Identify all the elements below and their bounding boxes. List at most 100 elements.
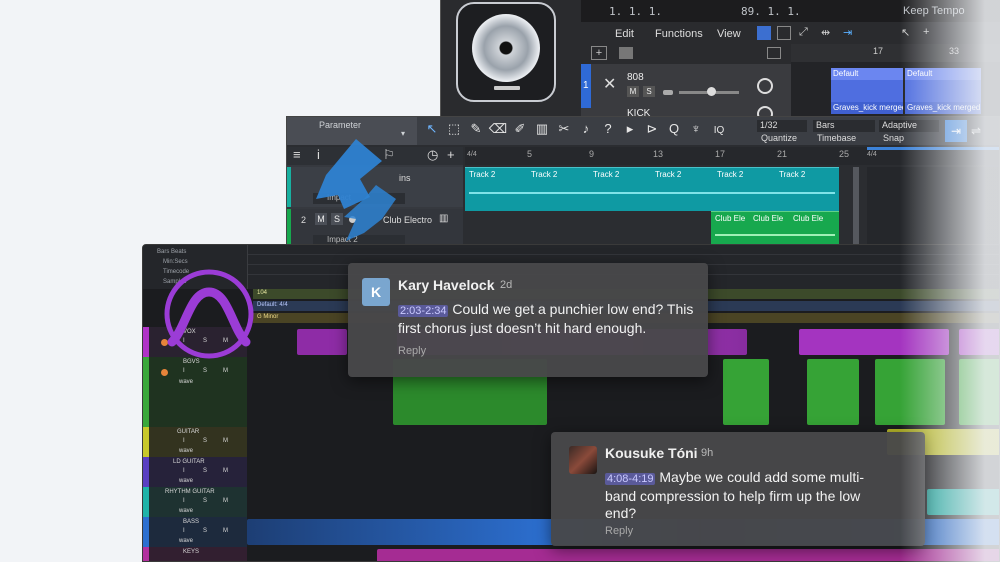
split-tool-icon[interactable]: ✎: [465, 121, 487, 137]
rhythm-guitar-clip[interactable]: [927, 489, 999, 515]
add-track-button[interactable]: +: [591, 46, 607, 60]
mute-button[interactable]: M: [223, 468, 228, 474]
iq-icon[interactable]: IQ: [707, 125, 731, 136]
vox-clip[interactable]: [297, 329, 347, 355]
add-track-icon[interactable]: +: [447, 147, 455, 162]
vox-clip[interactable]: [799, 329, 949, 355]
comment-body-wrap: 4:08-4:19 Maybe we could add some multi-…: [605, 469, 881, 522]
pt-track-bass[interactable]: BASS I S M wave: [143, 517, 247, 547]
quantize-select[interactable]: 1/32: [757, 120, 807, 132]
comment-time-range[interactable]: 4:08-4:19: [605, 473, 656, 485]
mute-button[interactable]: M: [223, 438, 228, 444]
snap-select[interactable]: Adaptive: [879, 120, 939, 132]
track-view-selector[interactable]: wave: [179, 448, 193, 454]
menu-view[interactable]: View: [717, 28, 741, 40]
metronome-icon[interactable]: ♆: [685, 121, 707, 136]
logic-ruler[interactable]: 17 33: [791, 44, 1000, 62]
comment-time: 9h: [701, 447, 714, 459]
pt-track-rhythm-guitar[interactable]: RHYTHM GUITAR I S M wave: [143, 487, 247, 517]
pt-track-ld-guitar[interactable]: LD GUITAR I S M wave: [143, 457, 247, 487]
track-view-selector[interactable]: wave: [179, 379, 193, 385]
menu-functions[interactable]: Functions: [655, 28, 703, 40]
record-arm-button[interactable]: [161, 369, 168, 376]
snap-mode-icon[interactable]: ⇌: [971, 124, 981, 138]
s1-scrollbar[interactable]: [853, 167, 859, 245]
bgvs-clip[interactable]: [723, 359, 769, 425]
marker-icon[interactable]: ▸: [619, 121, 641, 137]
solo-button[interactable]: S: [203, 468, 207, 474]
menu-edit[interactable]: Edit: [615, 28, 634, 40]
track-view-selector[interactable]: wave: [179, 508, 193, 514]
s1-audio-event[interactable]: Track 2 Track 2 Track 2 Track 2 Track 2 …: [465, 167, 839, 211]
grid-view-icon[interactable]: [777, 26, 791, 40]
pt-track-headers: VOX I S M BGVS I S M wave GUITAR I S M w…: [143, 327, 247, 561]
input-monitor-button[interactable]: I: [183, 368, 185, 374]
midi-region[interactable]: Default: [831, 68, 903, 102]
record-button[interactable]: [663, 90, 673, 95]
pt-track-keys[interactable]: KEYS: [143, 547, 247, 561]
pt-track-bgvs[interactable]: BGVS I S M wave: [143, 357, 247, 427]
pointer-tool-icon[interactable]: ↖: [901, 26, 910, 39]
solo-button[interactable]: S: [203, 528, 207, 534]
input-monitor-button[interactable]: I: [183, 468, 185, 474]
vox-clip[interactable]: [959, 329, 999, 355]
solo-button[interactable]: S: [203, 368, 207, 374]
s1-audio-event[interactable]: Club Ele Club Ele Club Ele: [711, 211, 839, 245]
flex-icon[interactable]: ⇹: [821, 26, 830, 39]
range-tool-icon[interactable]: ⬚: [443, 121, 465, 137]
track-view-selector[interactable]: wave: [179, 538, 193, 544]
waveform: [715, 234, 835, 236]
bgvs-clip[interactable]: [875, 359, 945, 425]
mute-tool-icon[interactable]: ▥: [531, 121, 553, 137]
help-icon[interactable]: ?: [597, 121, 619, 136]
keys-clip[interactable]: [377, 549, 999, 561]
timebase-label: Timebase: [817, 133, 857, 143]
s1-empty-lane[interactable]: [867, 167, 999, 245]
logic-pro-app-icon: [456, 2, 556, 102]
listen-tool-icon[interactable]: ♪: [575, 121, 597, 136]
reply-button[interactable]: Reply: [605, 525, 633, 537]
audio-region[interactable]: Graves_kick merged: [905, 102, 981, 114]
input-monitor-button[interactable]: I: [183, 438, 185, 444]
comment-card[interactable]: Kousuke Tóni 9h 4:08-4:19 Maybe we could…: [551, 432, 925, 546]
bend-tool-icon[interactable]: ✂: [553, 121, 575, 137]
mute-button[interactable]: M: [223, 528, 228, 534]
mute-button[interactable]: M: [627, 86, 639, 97]
duplicate-track-icon[interactable]: [619, 47, 633, 59]
solo-button[interactable]: S: [203, 498, 207, 504]
loop-icon[interactable]: ⊳: [641, 121, 663, 137]
pan-knob[interactable]: [757, 78, 773, 94]
list-view-icon[interactable]: [757, 26, 771, 40]
solo-button[interactable]: S: [643, 86, 655, 97]
s1-ruler[interactable]: 4/4 5 9 13 17 21 25 4/4: [465, 147, 999, 165]
track-view-selector[interactable]: wave: [179, 478, 193, 484]
midi-region[interactable]: Default: [905, 68, 981, 102]
zoom-icon[interactable]: Q: [663, 121, 685, 136]
keep-tempo-label[interactable]: Keep Tempo: [903, 5, 965, 17]
automation-icon[interactable]: ⤢: [799, 26, 808, 39]
reply-button[interactable]: Reply: [398, 345, 426, 357]
logic-icon-slot: [494, 86, 520, 90]
bgvs-clip[interactable]: [807, 359, 859, 425]
mute-button[interactable]: M: [223, 368, 228, 374]
loop-range[interactable]: [867, 147, 999, 150]
eraser-tool-icon[interactable]: ⌫: [487, 121, 509, 137]
comment-time-range[interactable]: 2:03-2:34: [398, 305, 449, 317]
pt-track-guitar[interactable]: GUITAR I S M wave: [143, 427, 247, 457]
volume-slider-handle[interactable]: [707, 87, 716, 96]
catch-icon[interactable]: ⇥: [843, 26, 852, 39]
timebase-select[interactable]: Bars: [813, 120, 875, 132]
audio-region[interactable]: Graves_kick merged: [831, 102, 903, 114]
bgvs-clip[interactable]: [959, 359, 999, 425]
paint-tool-icon[interactable]: ✐: [509, 121, 531, 137]
arrow-tool-icon[interactable]: ↖: [421, 121, 443, 137]
input-monitor-button[interactable]: I: [183, 528, 185, 534]
snap-toggle-icon[interactable]: ⇥: [945, 120, 967, 142]
track-list-icon[interactable]: [767, 47, 781, 59]
mute-button[interactable]: M: [223, 498, 228, 504]
input-monitor-button[interactable]: I: [183, 498, 185, 504]
clock-icon[interactable]: ◷: [427, 147, 438, 163]
comment-card[interactable]: K Kary Havelock 2d 2:03-2:34 Could we ge…: [348, 263, 708, 377]
solo-button[interactable]: S: [203, 438, 207, 444]
add-tool-icon[interactable]: +: [923, 26, 929, 38]
